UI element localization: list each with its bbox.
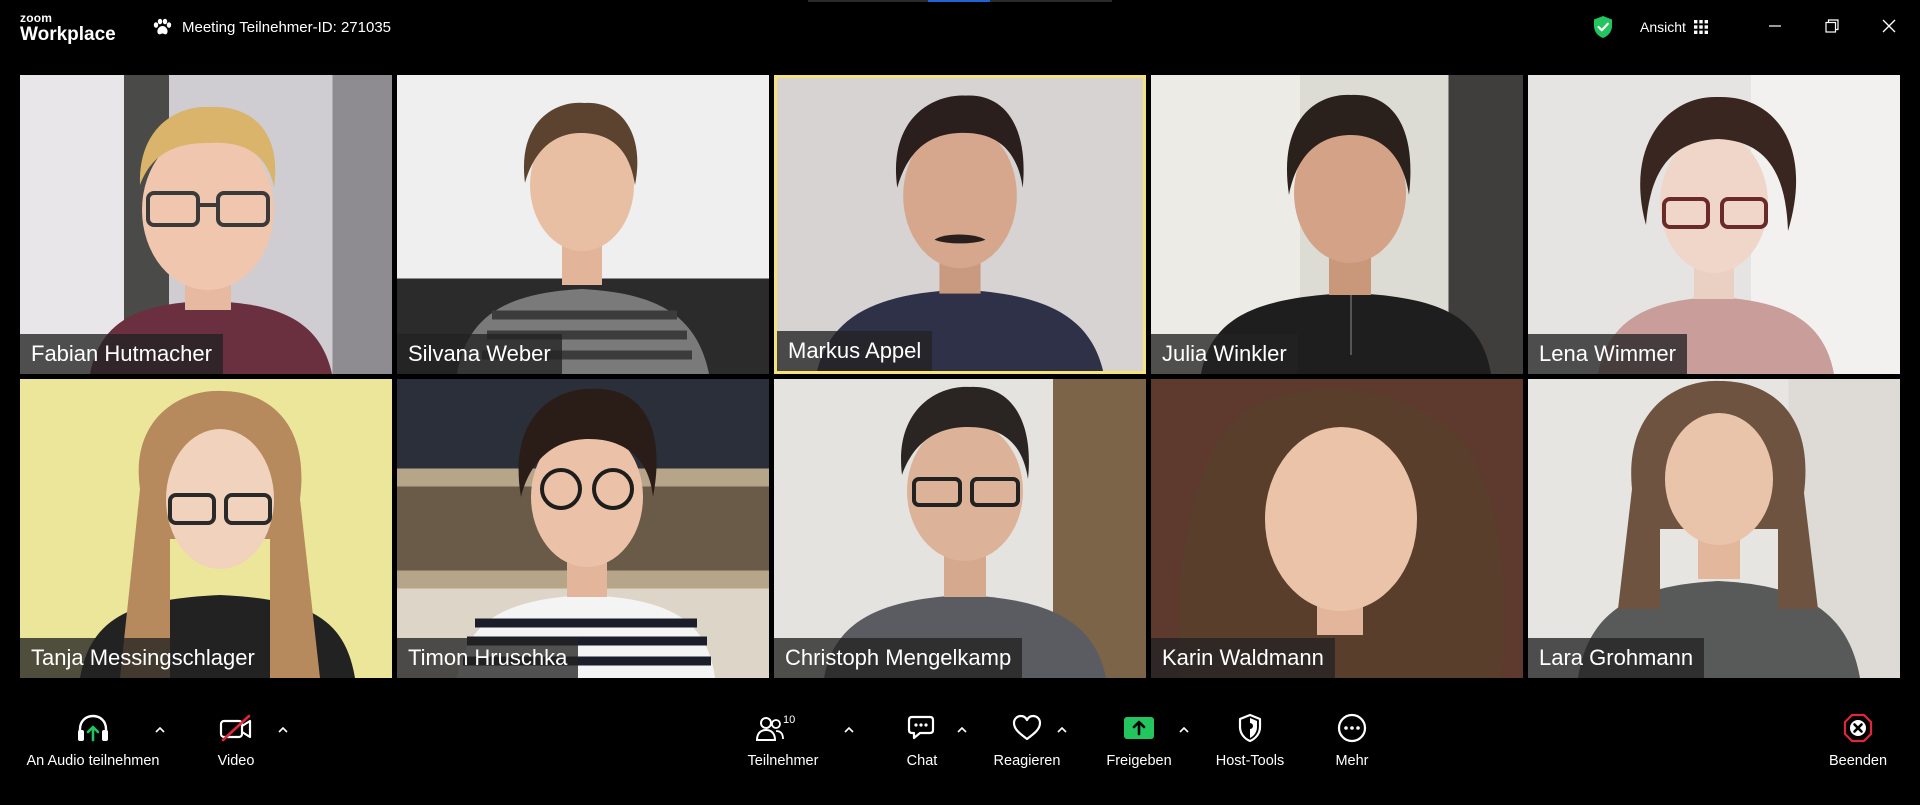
participant-name: Fabian Hutmacher bbox=[20, 334, 223, 374]
minimize-button[interactable] bbox=[1762, 13, 1788, 39]
end-icon bbox=[1843, 713, 1873, 743]
participant-video bbox=[80, 390, 355, 678]
participants-button[interactable]: 10 Teilnehmer bbox=[740, 712, 826, 769]
grid-view-icon bbox=[1693, 20, 1708, 34]
participant-video bbox=[1178, 389, 1505, 678]
chevron-up-icon bbox=[844, 726, 854, 733]
share-button[interactable]: Freigeben bbox=[1102, 712, 1176, 769]
participant-name: Timon Hruschka bbox=[397, 638, 579, 678]
audio-options-caret[interactable] bbox=[153, 722, 167, 736]
participant-name: Karin Waldmann bbox=[1151, 638, 1335, 678]
video-off-icon bbox=[219, 714, 252, 742]
chevron-up-icon bbox=[1057, 726, 1067, 733]
chevron-up-icon bbox=[957, 726, 967, 733]
join-audio-label: An Audio teilnehmen bbox=[26, 753, 160, 769]
participant-count: 10 bbox=[783, 714, 796, 726]
react-label: Reagieren bbox=[993, 753, 1061, 769]
participant-tile[interactable]: Silvana Weber bbox=[397, 75, 769, 374]
more-icon bbox=[1337, 713, 1367, 743]
view-button[interactable]: Ansicht bbox=[1640, 16, 1708, 38]
meeting-id-label: Meeting Teilnehmer-ID: 271035 bbox=[182, 18, 392, 36]
participant-tile[interactable]: Christoph Mengelkamp bbox=[774, 379, 1146, 678]
more-button[interactable]: Mehr bbox=[1330, 712, 1374, 769]
participant-name: Markus Appel bbox=[777, 331, 933, 371]
meeting-toolbar: An Audio teilnehmen Video 10 Teilnehmer … bbox=[0, 712, 1920, 805]
participant-video bbox=[457, 102, 709, 374]
participant-video bbox=[816, 95, 1104, 371]
participant-video bbox=[1578, 380, 1860, 678]
participant-video bbox=[457, 388, 715, 678]
share-options-caret[interactable] bbox=[1177, 722, 1191, 736]
participant-video bbox=[1598, 96, 1834, 374]
heart-icon bbox=[1012, 714, 1042, 741]
participant-video bbox=[1201, 94, 1491, 374]
headphones-icon bbox=[78, 714, 108, 742]
restore-button[interactable] bbox=[1819, 13, 1845, 39]
security-shield-icon[interactable] bbox=[1592, 15, 1614, 39]
people-icon bbox=[755, 717, 784, 741]
close-button[interactable] bbox=[1876, 13, 1902, 39]
chat-icon bbox=[907, 715, 935, 740]
chevron-up-icon bbox=[278, 726, 288, 733]
host-tools-button[interactable]: Host-Tools bbox=[1212, 712, 1288, 769]
participant-tile[interactable]: Julia Winkler bbox=[1151, 75, 1523, 374]
chat-options-caret[interactable] bbox=[955, 722, 969, 736]
video-gallery: Fabian Hutmacher Silvana Weber Markus Ap… bbox=[20, 75, 1900, 678]
participant-video bbox=[824, 386, 1106, 678]
participants-label: Teilnehmer bbox=[747, 753, 819, 769]
chevron-up-icon bbox=[155, 726, 165, 733]
participant-name: Lara Grohmann bbox=[1528, 638, 1705, 678]
zoom-workplace-logo: zoom Workplace bbox=[20, 12, 116, 44]
participant-tile[interactable]: Tanja Messingschlager bbox=[20, 379, 392, 678]
share-label: Freigeben bbox=[1106, 753, 1172, 769]
end-meeting-button[interactable]: Beenden bbox=[1823, 712, 1893, 769]
join-audio-button[interactable]: An Audio teilnehmen bbox=[20, 712, 166, 769]
minimize-icon bbox=[1769, 25, 1781, 27]
participant-name: Silvana Weber bbox=[397, 334, 562, 374]
participant-tile[interactable]: Karin Waldmann bbox=[1151, 379, 1523, 678]
chat-label: Chat bbox=[906, 753, 938, 769]
title-bar: zoom Workplace Meeting Teilnehmer-ID: 27… bbox=[0, 0, 1920, 52]
logo-line-1: zoom bbox=[20, 11, 53, 25]
paw-icon bbox=[153, 18, 172, 35]
video-label: Video bbox=[217, 753, 255, 769]
participant-video bbox=[90, 106, 332, 374]
react-options-caret[interactable] bbox=[1055, 722, 1069, 736]
more-label: Mehr bbox=[1335, 753, 1369, 769]
participant-tile[interactable]: Fabian Hutmacher bbox=[20, 75, 392, 374]
video-button[interactable]: Video bbox=[208, 712, 264, 769]
participant-tile[interactable]: Lena Wimmer bbox=[1528, 75, 1900, 374]
participants-options-caret[interactable] bbox=[842, 722, 856, 736]
view-label: Ansicht bbox=[1640, 19, 1686, 35]
close-icon bbox=[1882, 19, 1896, 33]
logo-line-2: Workplace bbox=[20, 24, 116, 45]
restore-icon bbox=[1825, 19, 1839, 33]
participant-name: Tanja Messingschlager bbox=[20, 638, 266, 678]
participant-name: Lena Wimmer bbox=[1528, 334, 1687, 374]
top-tab-active[interactable] bbox=[928, 0, 990, 2]
chevron-up-icon bbox=[1179, 726, 1189, 733]
chat-button[interactable]: Chat bbox=[896, 712, 948, 769]
host-tools-label: Host-Tools bbox=[1215, 753, 1285, 769]
end-label: Beenden bbox=[1828, 753, 1888, 769]
top-tab-strip[interactable] bbox=[808, 0, 1112, 2]
share-screen-icon bbox=[1124, 717, 1154, 739]
participant-tile-active-speaker[interactable]: Markus Appel bbox=[774, 75, 1146, 374]
meeting-info[interactable]: Meeting Teilnehmer-ID: 271035 bbox=[152, 16, 391, 38]
participant-name: Julia Winkler bbox=[1151, 334, 1298, 374]
participant-name: Christoph Mengelkamp bbox=[774, 638, 1023, 678]
shield-icon bbox=[1238, 713, 1262, 743]
video-options-caret[interactable] bbox=[276, 722, 290, 736]
react-button[interactable]: Reagieren bbox=[989, 712, 1065, 769]
participant-tile[interactable]: Lara Grohmann bbox=[1528, 379, 1900, 678]
participant-tile[interactable]: Timon Hruschka bbox=[397, 379, 769, 678]
